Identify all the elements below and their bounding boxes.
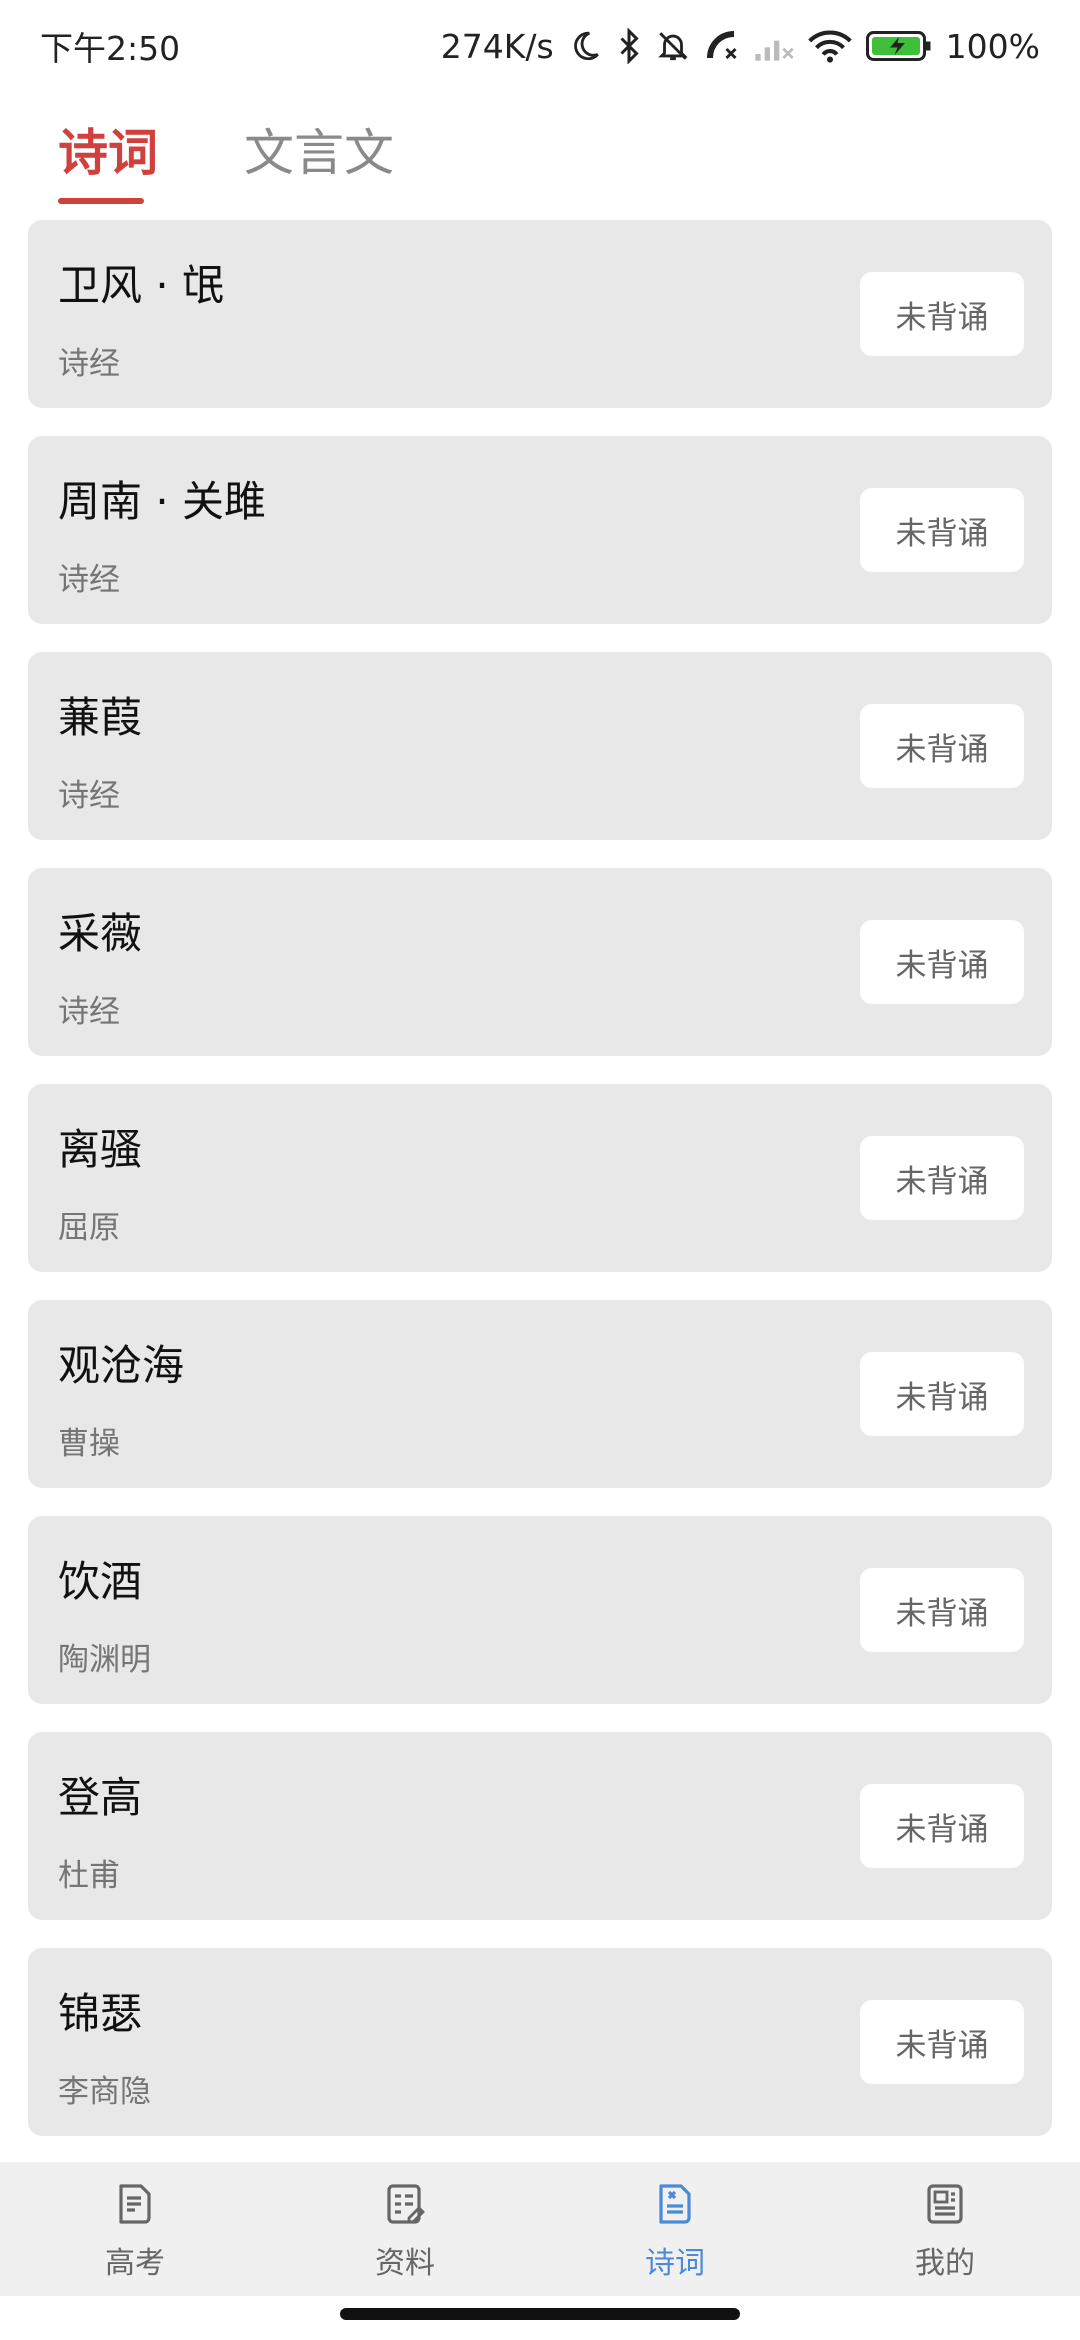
call-off-icon <box>704 28 740 64</box>
battery-icon <box>865 29 932 63</box>
poem-title: 采薇 <box>58 909 143 958</box>
poem-title: 周南 · 关雎 <box>58 477 267 526</box>
recite-status-button[interactable]: 未背诵 <box>860 1136 1024 1220</box>
nav-item-profile[interactable]: 我的 <box>810 2162 1080 2296</box>
poem-author: 杜甫 <box>58 1858 120 1894</box>
tab-poetry-label: 诗词 <box>58 124 158 182</box>
poem-card[interactable]: 锦瑟 李商隐 未背诵 <box>28 1948 1052 2136</box>
poem-title: 卫风 · 氓 <box>58 261 225 310</box>
tab-classical-prose[interactable]: 文言文 <box>244 118 394 188</box>
recite-status-button[interactable]: 未背诵 <box>860 2000 1024 2084</box>
nav-label-gaokao: 高考 <box>105 2246 165 2281</box>
gaokao-doc-icon <box>111 2180 159 2232</box>
net-speed: 274K/s <box>440 26 554 66</box>
poem-list: 卫风 · 氓 诗经 未背诵 周南 · 关雎 诗经 未背诵 蒹葭 诗经 未背诵 采… <box>28 220 1052 2164</box>
recite-status-button[interactable]: 未背诵 <box>860 1784 1024 1868</box>
poem-card[interactable]: 观沧海 曹操 未背诵 <box>28 1300 1052 1488</box>
bluetooth-icon <box>616 28 642 64</box>
battery-percent: 100% <box>945 26 1040 66</box>
poem-card[interactable]: 蒹葭 诗经 未背诵 <box>28 652 1052 840</box>
bell-off-icon <box>656 28 690 64</box>
poem-author: 李商隐 <box>58 2074 151 2110</box>
poem-author: 诗经 <box>58 994 120 1030</box>
poem-title: 登高 <box>58 1773 143 1822</box>
recite-status-button[interactable]: 未背诵 <box>860 488 1024 572</box>
tab-classical-prose-label: 文言文 <box>244 124 394 182</box>
poem-card[interactable]: 卫风 · 氓 诗经 未背诵 <box>28 220 1052 408</box>
poem-card[interactable]: 登高 杜甫 未背诵 <box>28 1732 1052 1920</box>
tab-poetry[interactable]: 诗词 <box>58 118 158 204</box>
moon-icon <box>568 29 602 63</box>
recite-status-button[interactable]: 未背诵 <box>860 1352 1024 1436</box>
materials-icon <box>381 2180 429 2232</box>
poem-title: 饮酒 <box>58 1557 143 1606</box>
home-indicator[interactable] <box>340 2308 740 2320</box>
wifi-icon <box>807 29 852 63</box>
poem-card[interactable]: 采薇 诗经 未背诵 <box>28 868 1052 1056</box>
poem-author: 陶渊明 <box>58 1642 151 1678</box>
poem-author: 诗经 <box>58 562 120 598</box>
status-time: 下午2:50 <box>40 29 181 68</box>
poem-title: 离骚 <box>58 1125 143 1174</box>
profile-icon <box>921 2180 969 2232</box>
active-tab-underline <box>58 198 144 204</box>
poem-title: 观沧海 <box>58 1341 185 1390</box>
signal-icon <box>754 30 794 62</box>
bottom-nav: 高考 资料 诗词 我的 <box>0 2162 1080 2296</box>
poetry-doc-icon <box>651 2180 699 2232</box>
poem-author: 曹操 <box>58 1426 120 1462</box>
poem-card[interactable]: 离骚 屈原 未背诵 <box>28 1084 1052 1272</box>
poem-author: 屈原 <box>58 1210 120 1246</box>
category-tabs: 诗词 文言文 <box>58 118 394 208</box>
status-bar: 下午2:50 274K/s 100% <box>0 0 1080 92</box>
poem-title: 锦瑟 <box>58 1989 143 2038</box>
nav-item-gaokao[interactable]: 高考 <box>0 2162 270 2296</box>
recite-status-button[interactable]: 未背诵 <box>860 704 1024 788</box>
poem-card[interactable]: 周南 · 关雎 诗经 未背诵 <box>28 436 1052 624</box>
poem-author: 诗经 <box>58 778 120 814</box>
poem-title: 蒹葭 <box>58 693 143 742</box>
recite-status-button[interactable]: 未背诵 <box>860 1568 1024 1652</box>
nav-item-materials[interactable]: 资料 <box>270 2162 540 2296</box>
nav-label-profile: 我的 <box>915 2246 975 2281</box>
poem-author: 诗经 <box>58 346 120 382</box>
recite-status-button[interactable]: 未背诵 <box>860 920 1024 1004</box>
nav-item-poetry[interactable]: 诗词 <box>540 2162 810 2296</box>
nav-label-poetry: 诗词 <box>645 2246 705 2281</box>
poem-card[interactable]: 饮酒 陶渊明 未背诵 <box>28 1516 1052 1704</box>
nav-label-materials: 资料 <box>375 2246 435 2281</box>
recite-status-button[interactable]: 未背诵 <box>860 272 1024 356</box>
